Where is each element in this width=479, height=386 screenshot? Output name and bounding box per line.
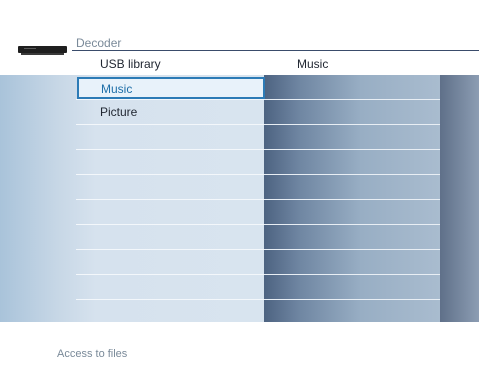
list-row bbox=[76, 200, 264, 225]
list-row bbox=[264, 225, 440, 250]
list-row bbox=[76, 150, 264, 175]
menu-item-label: Picture bbox=[100, 105, 138, 119]
list-row bbox=[264, 100, 440, 125]
menu-item-picture[interactable]: Picture bbox=[76, 100, 264, 124]
list-row bbox=[76, 225, 264, 250]
list-row bbox=[264, 275, 440, 300]
list-row bbox=[76, 175, 264, 200]
list-row bbox=[76, 250, 264, 275]
right-list bbox=[264, 75, 440, 325]
breadcrumb: Decoder bbox=[76, 36, 122, 50]
footer-status-text: Access to files bbox=[57, 348, 128, 360]
list-row bbox=[264, 125, 440, 150]
menu-item-music[interactable]: Music bbox=[77, 77, 265, 99]
list-row bbox=[264, 200, 440, 225]
menu-item-label: Music bbox=[101, 82, 133, 96]
list-row bbox=[264, 75, 440, 100]
panel-edge bbox=[440, 75, 479, 322]
column-headers: USB library Music bbox=[0, 52, 479, 74]
column-title-usb-library: USB library bbox=[100, 57, 161, 71]
header-divider bbox=[72, 50, 479, 51]
list-row bbox=[264, 150, 440, 175]
list-row bbox=[264, 250, 440, 275]
list-row bbox=[76, 125, 264, 150]
column-title-music: Music bbox=[297, 57, 329, 71]
list-row bbox=[264, 175, 440, 200]
list-row bbox=[76, 275, 264, 300]
